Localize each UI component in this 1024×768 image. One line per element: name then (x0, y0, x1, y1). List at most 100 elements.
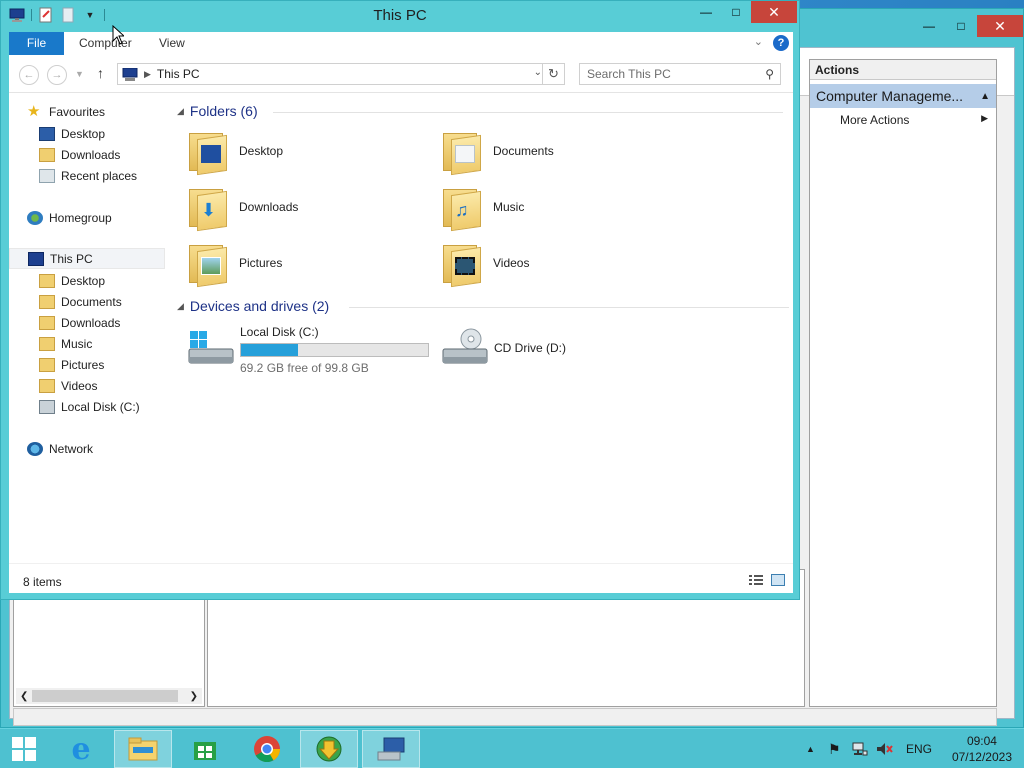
search-box[interactable]: ⚲ (579, 63, 781, 85)
nav-fav-downloads[interactable]: Downloads (39, 144, 120, 165)
nav-favourites[interactable]: ★ Favourites (27, 101, 105, 122)
folder-label: Documents (493, 144, 554, 158)
folder-label: Downloads (239, 200, 299, 214)
large-icons-view-icon[interactable] (771, 574, 785, 586)
folder-tile-documents[interactable]: Documents (441, 129, 554, 176)
taskbar-chrome[interactable] (238, 730, 296, 768)
breadcrumb-separator-icon[interactable]: ▶ (144, 69, 151, 80)
folders-group-header[interactable]: ◢ Folders (6) (177, 103, 787, 119)
address-dropdown-icon[interactable]: ⌄ (534, 67, 542, 78)
bg-close-button[interactable]: ✕ (977, 15, 1023, 37)
input-language-indicator[interactable]: ENG (906, 729, 932, 768)
computer-management-icon (377, 737, 405, 761)
volume-muted-icon[interactable] (876, 729, 894, 768)
search-input[interactable] (580, 64, 750, 84)
nav-fav-desktop-label: Desktop (61, 126, 106, 141)
breadcrumb-this-pc[interactable]: This PC (157, 67, 200, 81)
tray-expand-up-icon[interactable]: ▲ (806, 744, 815, 754)
collapse-triangle-icon[interactable]: ◢ (177, 106, 184, 117)
pictures-folder-icon (187, 241, 231, 288)
scroll-left-icon[interactable]: ❮ (20, 691, 28, 702)
nav-pc-documents[interactable]: Documents (39, 291, 122, 312)
refresh-icon[interactable]: ↻ (542, 64, 564, 84)
nav-pc-pictures-label: Pictures (61, 357, 105, 372)
back-arrow-icon[interactable]: ← (19, 65, 39, 85)
minimize-button[interactable]: — (691, 1, 721, 23)
more-actions-item[interactable]: More Actions ▶ (810, 108, 996, 127)
nav-recent-places[interactable]: Recent places (39, 165, 137, 186)
taskbar-download-manager[interactable] (300, 730, 358, 768)
folder-tile-downloads[interactable]: ⬇ Downloads (187, 185, 299, 232)
nav-homegroup-label: Homegroup (49, 210, 112, 225)
nav-pc-desktop[interactable]: Desktop (39, 270, 105, 291)
taskbar: e ▲ ⚑ ENG 09:04 07/12/2023 (0, 728, 1024, 768)
details-view-icon[interactable] (749, 574, 763, 586)
address-field[interactable]: ▶ This PC ⌄ ↻ (117, 63, 565, 85)
scroll-right-icon[interactable]: ❯ (190, 691, 198, 702)
collapse-triangle-icon[interactable]: ◢ (177, 301, 184, 312)
actions-pane: Actions Computer Manageme... ▲ More Acti… (809, 59, 997, 707)
start-button[interactable] (0, 730, 48, 768)
nav-pc-desktop-label: Desktop (61, 273, 106, 288)
recent-locations-dropdown-icon[interactable]: ▼ (75, 69, 84, 79)
window-controls: — □ ✕ (691, 1, 797, 23)
status-bar: 8 items (9, 563, 793, 593)
up-arrow-icon[interactable]: ↑ (97, 65, 104, 81)
tab-file[interactable]: File (9, 32, 64, 55)
folder-tile-videos[interactable]: Videos (441, 241, 530, 288)
action-center-flag-icon[interactable]: ⚑ (828, 729, 841, 768)
downloads-folder-icon (39, 147, 55, 162)
network-tray-icon[interactable] (852, 729, 868, 768)
nav-recent-places-label: Recent places (61, 168, 138, 183)
drive-c-label: Local Disk (C:) (240, 325, 319, 339)
devices-group-header[interactable]: ◢ Devices and drives (2) (177, 298, 789, 314)
collapse-up-icon[interactable]: ▲ (980, 91, 990, 102)
bg-minimize-button[interactable]: — (913, 15, 945, 37)
forward-arrow-icon[interactable]: → (47, 65, 67, 85)
nav-pc-local-disk-label: Local Disk (C:) (61, 399, 140, 414)
bg-horizontal-scrollbar[interactable]: ❮ ❯ (16, 688, 202, 704)
nav-pc-documents-label: Documents (61, 294, 122, 309)
tab-view[interactable]: View (145, 32, 199, 55)
nav-this-pc[interactable]: This PC (9, 248, 165, 269)
clock-time: 09:04 (966, 734, 997, 748)
scrollbar-thumb[interactable] (32, 690, 178, 702)
folder-tile-pictures[interactable]: Pictures (187, 241, 282, 288)
search-icon[interactable]: ⚲ (765, 67, 774, 81)
taskbar-store[interactable] (176, 730, 234, 768)
taskbar-computer-management[interactable] (362, 730, 420, 768)
nav-pc-downloads[interactable]: Downloads (39, 312, 120, 333)
ribbon-tabs: File Computer View ⌄ ? (9, 32, 793, 55)
drive-tile-cd-drive-d[interactable]: CD Drive (D:) (441, 325, 641, 375)
mouse-pointer-icon (112, 25, 124, 45)
nav-pc-videos[interactable]: Videos (39, 375, 97, 396)
tab-computer[interactable]: Computer (65, 32, 146, 55)
maximize-button[interactable]: □ (721, 1, 751, 23)
nav-favourites-label: Favourites (49, 104, 106, 119)
folder-tile-music[interactable]: ♫ Music (441, 185, 524, 232)
nav-pc-pictures[interactable]: Pictures (39, 354, 104, 375)
actions-section-computer-management[interactable]: Computer Manageme... ▲ (810, 84, 996, 108)
nav-this-pc-label: This PC (50, 251, 93, 266)
nav-fav-desktop[interactable]: Desktop (39, 123, 105, 144)
taskbar-file-explorer[interactable] (114, 730, 172, 768)
system-clock[interactable]: 09:04 07/12/2023 (952, 733, 1012, 765)
show-hidden-icons[interactable]: ▲ (806, 729, 815, 768)
nav-network[interactable]: Network (27, 438, 93, 459)
music-folder-icon: ♫ (441, 185, 485, 232)
folder-label: Desktop (239, 144, 284, 158)
bg-maximize-button[interactable]: □ (945, 15, 977, 37)
drive-tile-local-disk-c[interactable]: Local Disk (C:) 69.2 GB free of 99.8 GB (187, 325, 447, 375)
cd-drive-icon (442, 328, 488, 364)
expand-ribbon-chevron-down-icon[interactable]: ⌄ (754, 35, 763, 48)
nav-pc-music[interactable]: Music (39, 333, 92, 354)
folder-tile-desktop[interactable]: Desktop (187, 129, 284, 176)
desktop-icon (39, 126, 55, 141)
close-button[interactable]: ✕ (751, 1, 797, 23)
taskbar-internet-explorer[interactable]: e (52, 730, 110, 768)
folder-label: Videos (493, 256, 530, 270)
navigation-pane: ★ Favourites Desktop Downloads Recent pl… (9, 93, 167, 563)
nav-homegroup[interactable]: Homegroup (27, 207, 112, 228)
help-icon[interactable]: ? (773, 35, 789, 51)
nav-pc-local-disk[interactable]: Local Disk (C:) (39, 396, 140, 417)
